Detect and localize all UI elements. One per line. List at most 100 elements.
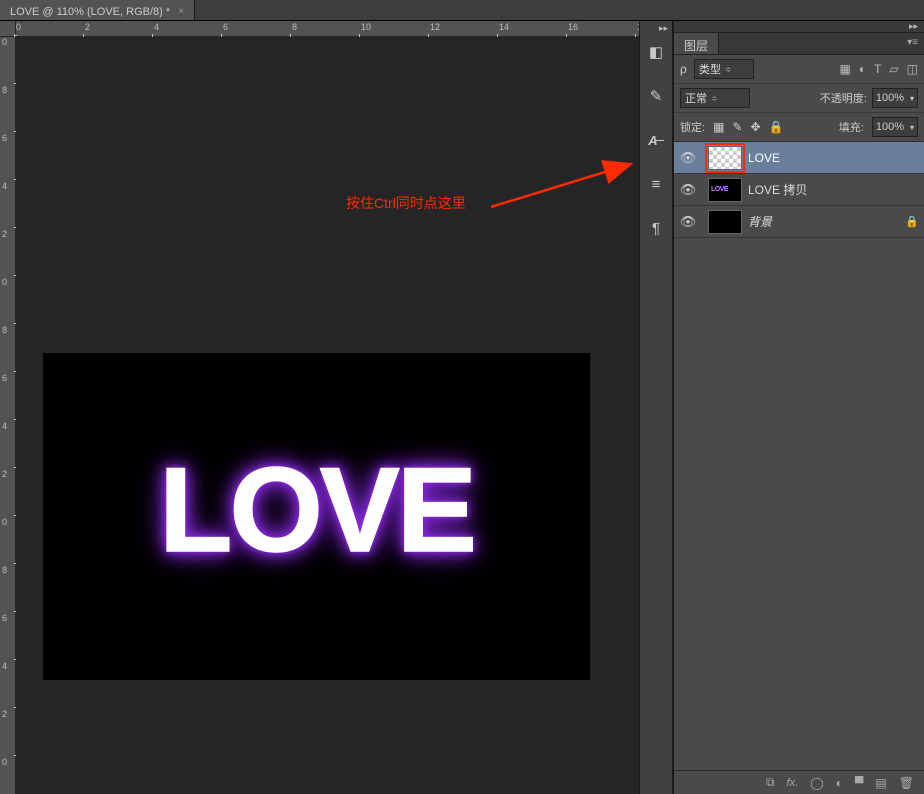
ruler-h-tick: 12	[430, 22, 440, 32]
panel-tab-layers[interactable]: 图层	[674, 33, 719, 54]
ruler-v-tick: 6	[2, 133, 16, 143]
ruler-h-tick: 14	[499, 22, 509, 32]
layer-kind-value: 类型	[699, 61, 721, 77]
layer-thumbnail[interactable]	[708, 210, 742, 234]
layer-visibility-icon[interactable]: 👁	[674, 182, 702, 198]
chevron-down-icon: ▾	[907, 94, 917, 103]
ruler-v-tick: 4	[2, 181, 16, 191]
ruler-v-tick: 2	[2, 709, 16, 719]
layer-name[interactable]: 背景	[748, 213, 900, 230]
filter-shape-icon[interactable]: ▱	[889, 62, 898, 76]
layer-kind-dropdown[interactable]: 类型 ≑	[694, 59, 754, 79]
filter-type-icon[interactable]: T	[874, 62, 881, 76]
ruler-h-tick: 6	[223, 22, 228, 32]
ruler-horizontal[interactable]: 024681012141618	[16, 21, 639, 37]
chevron-down-icon: ≑	[725, 65, 732, 74]
opacity-label: 不透明度:	[820, 90, 867, 106]
layer-fx-icon[interactable]: fx.	[787, 777, 799, 789]
document-tab[interactable]: LOVE @ 110% (LOVE, RGB/8) * ×	[0, 0, 195, 20]
layer-row[interactable]: 👁 LOVE	[674, 142, 924, 174]
ruler-h-tick: 0	[16, 22, 21, 32]
layer-thumbnail[interactable]: LOVE	[708, 178, 742, 202]
collapsed-panel-dock: ▸▸ ◧ ✎ A ≡ ¶	[639, 21, 673, 794]
ruler-v-tick: 6	[2, 373, 16, 383]
blend-opacity-row: 正常 ≑ 不透明度: 100% ▾	[674, 84, 924, 113]
fill-value: 100%	[873, 121, 907, 133]
close-tab-icon[interactable]: ×	[178, 6, 184, 17]
ruler-v-tick: 2	[2, 469, 16, 479]
filter-adjust-icon[interactable]: ◐	[859, 62, 866, 76]
ruler-v-tick: 0	[2, 37, 16, 47]
ruler-v-tick: 0	[2, 757, 16, 767]
ruler-h-tick: 8	[292, 22, 297, 32]
ruler-h-tick: 10	[361, 22, 371, 32]
paragraph-panel-icon[interactable]: ¶	[645, 217, 667, 239]
link-layers-icon[interactable]: ⧉	[766, 775, 775, 790]
fill-input[interactable]: 100% ▾	[872, 117, 918, 137]
styles-panel-icon[interactable]: ≡	[645, 173, 667, 195]
filter-search-icon[interactable]: ρ	[680, 62, 687, 76]
panel-collapse-icon[interactable]: ▸▸	[674, 21, 924, 33]
layers-empty-area[interactable]	[674, 238, 924, 770]
ruler-v-tick: 8	[2, 565, 16, 575]
main-area: 024681012141618 0864208642086420 LOVE 按住…	[0, 21, 924, 794]
new-layer-icon[interactable]: ▤	[875, 776, 886, 790]
opacity-input[interactable]: 100% ▾	[872, 88, 918, 108]
ruler-v-tick: 4	[2, 421, 16, 431]
layer-thumb-content: LOVE	[711, 186, 728, 193]
layers-panel: ▸▸ 图层 ▾≡ ρ 类型 ≑ ▦ ◐ T ▱ ◫ 正常 ≑ 不透明度	[673, 21, 924, 794]
layer-visibility-icon[interactable]: 👁	[674, 150, 702, 166]
layer-lock-icon[interactable]: 🔒	[900, 215, 924, 228]
lock-brush-icon[interactable]: ✎	[732, 120, 742, 134]
layer-name[interactable]: LOVE 拷贝	[748, 181, 900, 198]
document-tab-title: LOVE @ 110% (LOVE, RGB/8) *	[10, 6, 170, 18]
swatch-panel-icon[interactable]: ◧	[645, 41, 667, 63]
delete-layer-icon[interactable]: 🗑	[899, 776, 914, 790]
document-tabbar: LOVE @ 110% (LOVE, RGB/8) * ×	[0, 0, 924, 21]
layer-row[interactable]: 👁 LOVE LOVE 拷贝	[674, 174, 924, 206]
layer-name[interactable]: LOVE	[748, 151, 900, 165]
blend-mode-dropdown[interactable]: 正常 ≑	[680, 88, 750, 108]
canvas-viewport[interactable]: LOVE 按住Ctrl同时点这里	[16, 37, 639, 794]
chevron-down-icon: ≑	[711, 94, 718, 103]
panel-menu-icon[interactable]: ▾≡	[901, 33, 924, 54]
character-panel-icon[interactable]: A	[645, 129, 667, 151]
ruler-v-tick: 6	[2, 613, 16, 623]
ruler-v-tick: 4	[2, 661, 16, 671]
opacity-value: 100%	[873, 92, 907, 104]
lock-all-icon[interactable]: 🔒	[769, 120, 784, 134]
ruler-h-tick: 2	[85, 22, 90, 32]
ruler-v-tick: 2	[2, 229, 16, 239]
layer-filter-row: ρ 类型 ≑ ▦ ◐ T ▱ ◫	[674, 55, 924, 84]
filter-smart-icon[interactable]: ◫	[907, 62, 918, 76]
layer-thumbnail[interactable]	[708, 146, 742, 170]
ruler-vertical[interactable]: 0 8 6 4 2 0 8 6 4 2 0 8 6 4 2 0	[0, 37, 16, 794]
lock-position-icon[interactable]: ✥	[750, 120, 760, 134]
layer-visibility-icon[interactable]: 👁	[674, 214, 702, 230]
ruler-h-tick: 4	[154, 22, 159, 32]
layer-row[interactable]: 👁 背景🔒	[674, 206, 924, 238]
lock-fill-row: 锁定: ▦ ✎ ✥ 🔒 填充: 100% ▾	[674, 113, 924, 142]
lock-label: 锁定:	[680, 119, 705, 135]
layers-list: 👁 LOVE 👁 LOVE LOVE 拷贝 👁 背景🔒	[674, 142, 924, 238]
filter-pixel-icon[interactable]: ▦	[839, 62, 850, 76]
ruler-v-tick: 8	[2, 325, 16, 335]
new-adjustment-icon[interactable]: ◐	[836, 776, 843, 790]
ruler-v-tick: 0	[2, 277, 16, 287]
new-group-icon[interactable]: ▀	[855, 776, 864, 790]
canvas-text-love[interactable]: LOVE	[159, 441, 474, 579]
artboard[interactable]: LOVE	[43, 353, 590, 680]
ruler-h-tick: 16	[568, 22, 578, 32]
panel-tabbar: 图层 ▾≡	[674, 33, 924, 55]
brush-panel-icon[interactable]: ✎	[645, 85, 667, 107]
ruler-v-tick: 8	[2, 85, 16, 95]
annotation-label: 按住Ctrl同时点这里	[346, 193, 466, 213]
add-mask-icon[interactable]: ◯	[810, 776, 823, 790]
fill-label: 填充:	[839, 119, 864, 135]
dock-collapse-icon[interactable]: ▸▸	[659, 23, 668, 34]
blend-mode-value: 正常	[685, 90, 707, 106]
ruler-v-tick: 0	[2, 517, 16, 527]
layers-footer: ⧉ fx. ◯ ◐ ▀ ▤ 🗑	[674, 770, 924, 794]
lock-pixels-icon[interactable]: ▦	[713, 120, 724, 134]
chevron-down-icon: ▾	[907, 123, 917, 132]
